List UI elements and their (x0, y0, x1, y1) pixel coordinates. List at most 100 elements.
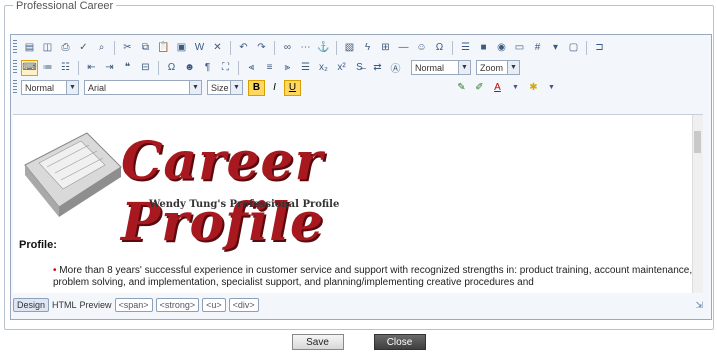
bullet-icon: • (53, 265, 57, 276)
preview-icon[interactable]: ◫ (39, 40, 56, 56)
scrollbar-thumb[interactable] (694, 131, 701, 153)
spellcheck-icon[interactable]: ✓ (75, 40, 92, 56)
editor-content-area[interactable]: Career Profile Wendy Tung's Professional… (13, 114, 703, 293)
toolbar-row-1: ▤ ◫ ⎙ ✓ ⌕ ✂ ⧉ 📋 ▣ W ✕ ↶ ↷ ∞ ⋯ ⚓ ▧ ϟ ⊞ ― … (13, 38, 703, 57)
close-button[interactable]: Close (373, 334, 426, 350)
textfield-icon[interactable]: ▭ (511, 40, 528, 56)
paste-text-icon[interactable]: ▣ (173, 40, 190, 56)
redo-icon[interactable]: ↷ (253, 40, 270, 56)
bold-button[interactable]: B (248, 79, 265, 96)
table-icon[interactable]: ⊞ (377, 40, 394, 56)
radio-icon[interactable]: ◉ (493, 40, 510, 56)
profile-bullet-item: • More than 8 years' successful experien… (53, 265, 693, 289)
size-dropdown[interactable]: Size ▼ (207, 80, 243, 95)
template-icon[interactable]: ⊟ (137, 60, 154, 76)
form-icon[interactable]: ☰ (457, 40, 474, 56)
resize-grip-icon[interactable]: ⇲ (695, 300, 703, 311)
tag-path-item[interactable]: <u> (202, 298, 226, 312)
toolbar-row-3: Normal ▼ Arial ▼ Size ▼ B I U ✎ ✐ A ▼ ✱ … (13, 78, 703, 97)
maximize-icon[interactable]: ⛶ (217, 60, 234, 76)
toolbar-separator (78, 60, 79, 75)
align-center-icon[interactable]: ≡ (261, 60, 278, 76)
select-icon[interactable]: ▾ (547, 40, 564, 56)
copy-icon[interactable]: ⧉ (137, 40, 154, 56)
toolbar-separator (114, 40, 115, 55)
button-icon[interactable]: ▢ (565, 40, 582, 56)
chevron-down-icon[interactable]: ▼ (543, 80, 560, 96)
subscript-icon[interactable]: x₂ (315, 60, 332, 76)
styles-dropdown[interactable]: Normal ▼ (411, 60, 471, 75)
special-char-icon-2[interactable]: Ω (163, 60, 180, 76)
new-doc-icon[interactable]: ▤ (21, 40, 38, 56)
toolbar-separator (274, 40, 275, 55)
indent-icon[interactable]: ⇥ (101, 60, 118, 76)
chevron-down-icon[interactable]: ▼ (507, 80, 524, 96)
toolbar-separator (586, 40, 587, 55)
html-mode-tab[interactable]: HTML (52, 300, 77, 310)
hidden-field-icon[interactable]: ⊐ (591, 40, 608, 56)
align-left-icon[interactable]: ⫷ (243, 60, 260, 76)
undo-icon[interactable]: ↶ (235, 40, 252, 56)
toolbar-separator (336, 40, 337, 55)
preview-mode-tab[interactable]: Preview (80, 300, 112, 310)
cut-icon[interactable]: ✂ (119, 40, 136, 56)
unlink-icon[interactable]: ⋯ (297, 40, 314, 56)
banner-subtitle: Wendy Tung's Professional Profile (149, 199, 340, 210)
format-dropdown[interactable]: Normal ▼ (21, 80, 79, 95)
chevron-down-icon: ▼ (66, 81, 78, 94)
remove-format-icon[interactable]: Ⓐ (387, 60, 404, 76)
tag-path-item[interactable]: <span> (114, 298, 153, 312)
delete-icon[interactable]: ✕ (209, 40, 226, 56)
image-icon[interactable]: ▧ (341, 40, 358, 56)
special-char-icon[interactable]: Ω (431, 40, 448, 56)
align-right-icon[interactable]: ⫸ (279, 60, 296, 76)
toolbar-grip[interactable] (13, 80, 17, 95)
flash-icon[interactable]: ϟ (359, 40, 376, 56)
toolbar-row-2: ⌨ ≔ ☷ ⇤ ⇥ ❝ ⊟ Ω ☻ ¶ ⛶ ⫷ ≡ ⫸ ☰ x₂ x² S̶ ⇄… (13, 58, 703, 77)
numbered-list-icon[interactable]: ≔ (39, 60, 56, 76)
zoom-dropdown-value: Zoom (480, 62, 504, 73)
calculator-illustration (24, 132, 122, 217)
save-button[interactable]: Save (291, 334, 344, 350)
anchor-icon[interactable]: ⚓ (315, 40, 332, 56)
smiley-icon[interactable]: ☺ (413, 40, 430, 56)
text-color-icon[interactable]: A (489, 80, 506, 96)
superscript-icon[interactable]: x² (333, 60, 350, 76)
tag-path-item[interactable]: <strong> (155, 298, 200, 312)
justify-icon[interactable]: ☰ (297, 60, 314, 76)
toolbar-grip[interactable] (13, 40, 17, 55)
blockquote-icon[interactable]: ❝ (119, 60, 136, 76)
find-icon[interactable]: ⌕ (93, 40, 110, 56)
paste-icon[interactable]: 📋 (155, 40, 172, 56)
font-dropdown[interactable]: Arial ▼ (84, 80, 202, 95)
design-mode-tab[interactable]: Design (13, 298, 50, 312)
italic-button[interactable]: I (266, 80, 283, 96)
rich-text-editor[interactable]: ▤ ◫ ⎙ ✓ ⌕ ✂ ⧉ 📋 ▣ W ✕ ↶ ↷ ∞ ⋯ ⚓ ▧ ϟ ⊞ ― … (10, 34, 712, 320)
tag-path-item[interactable]: <div> (228, 298, 259, 312)
pagebreak-icon[interactable]: ¶ (199, 60, 216, 76)
profile-bullet-text: More than 8 years' successful experience… (53, 265, 693, 288)
checkbox-icon[interactable]: ■ (475, 40, 492, 56)
highlight-pen-icon[interactable]: ✎ (453, 80, 470, 96)
chevron-down-icon: ▼ (458, 61, 470, 74)
toolbar-separator (230, 40, 231, 55)
zoom-dropdown[interactable]: Zoom ▼ (476, 60, 520, 75)
outdent-icon[interactable]: ⇤ (83, 60, 100, 76)
marker-icon[interactable]: ✐ (471, 80, 488, 96)
size-dropdown-value: Size (211, 82, 229, 93)
textarea-icon[interactable]: # (529, 40, 546, 56)
strike-icon[interactable]: S̶ (351, 60, 368, 76)
smiley-icon-2[interactable]: ☻ (181, 60, 198, 76)
paste-word-icon[interactable]: W (191, 40, 208, 56)
find-replace-icon[interactable]: ⇄ (369, 60, 386, 76)
chevron-down-icon: ▼ (189, 81, 201, 94)
print-icon[interactable]: ⎙ (57, 40, 74, 56)
source-icon[interactable]: ⌨ (21, 59, 38, 76)
toolbar-grip[interactable] (13, 60, 17, 75)
vertical-scrollbar[interactable] (692, 115, 703, 293)
underline-button[interactable]: U (284, 79, 301, 96)
background-color-icon[interactable]: ✱ (525, 80, 542, 96)
bulleted-list-icon[interactable]: ☷ (57, 60, 74, 76)
link-icon[interactable]: ∞ (279, 40, 296, 56)
hr-icon[interactable]: ― (395, 40, 412, 56)
